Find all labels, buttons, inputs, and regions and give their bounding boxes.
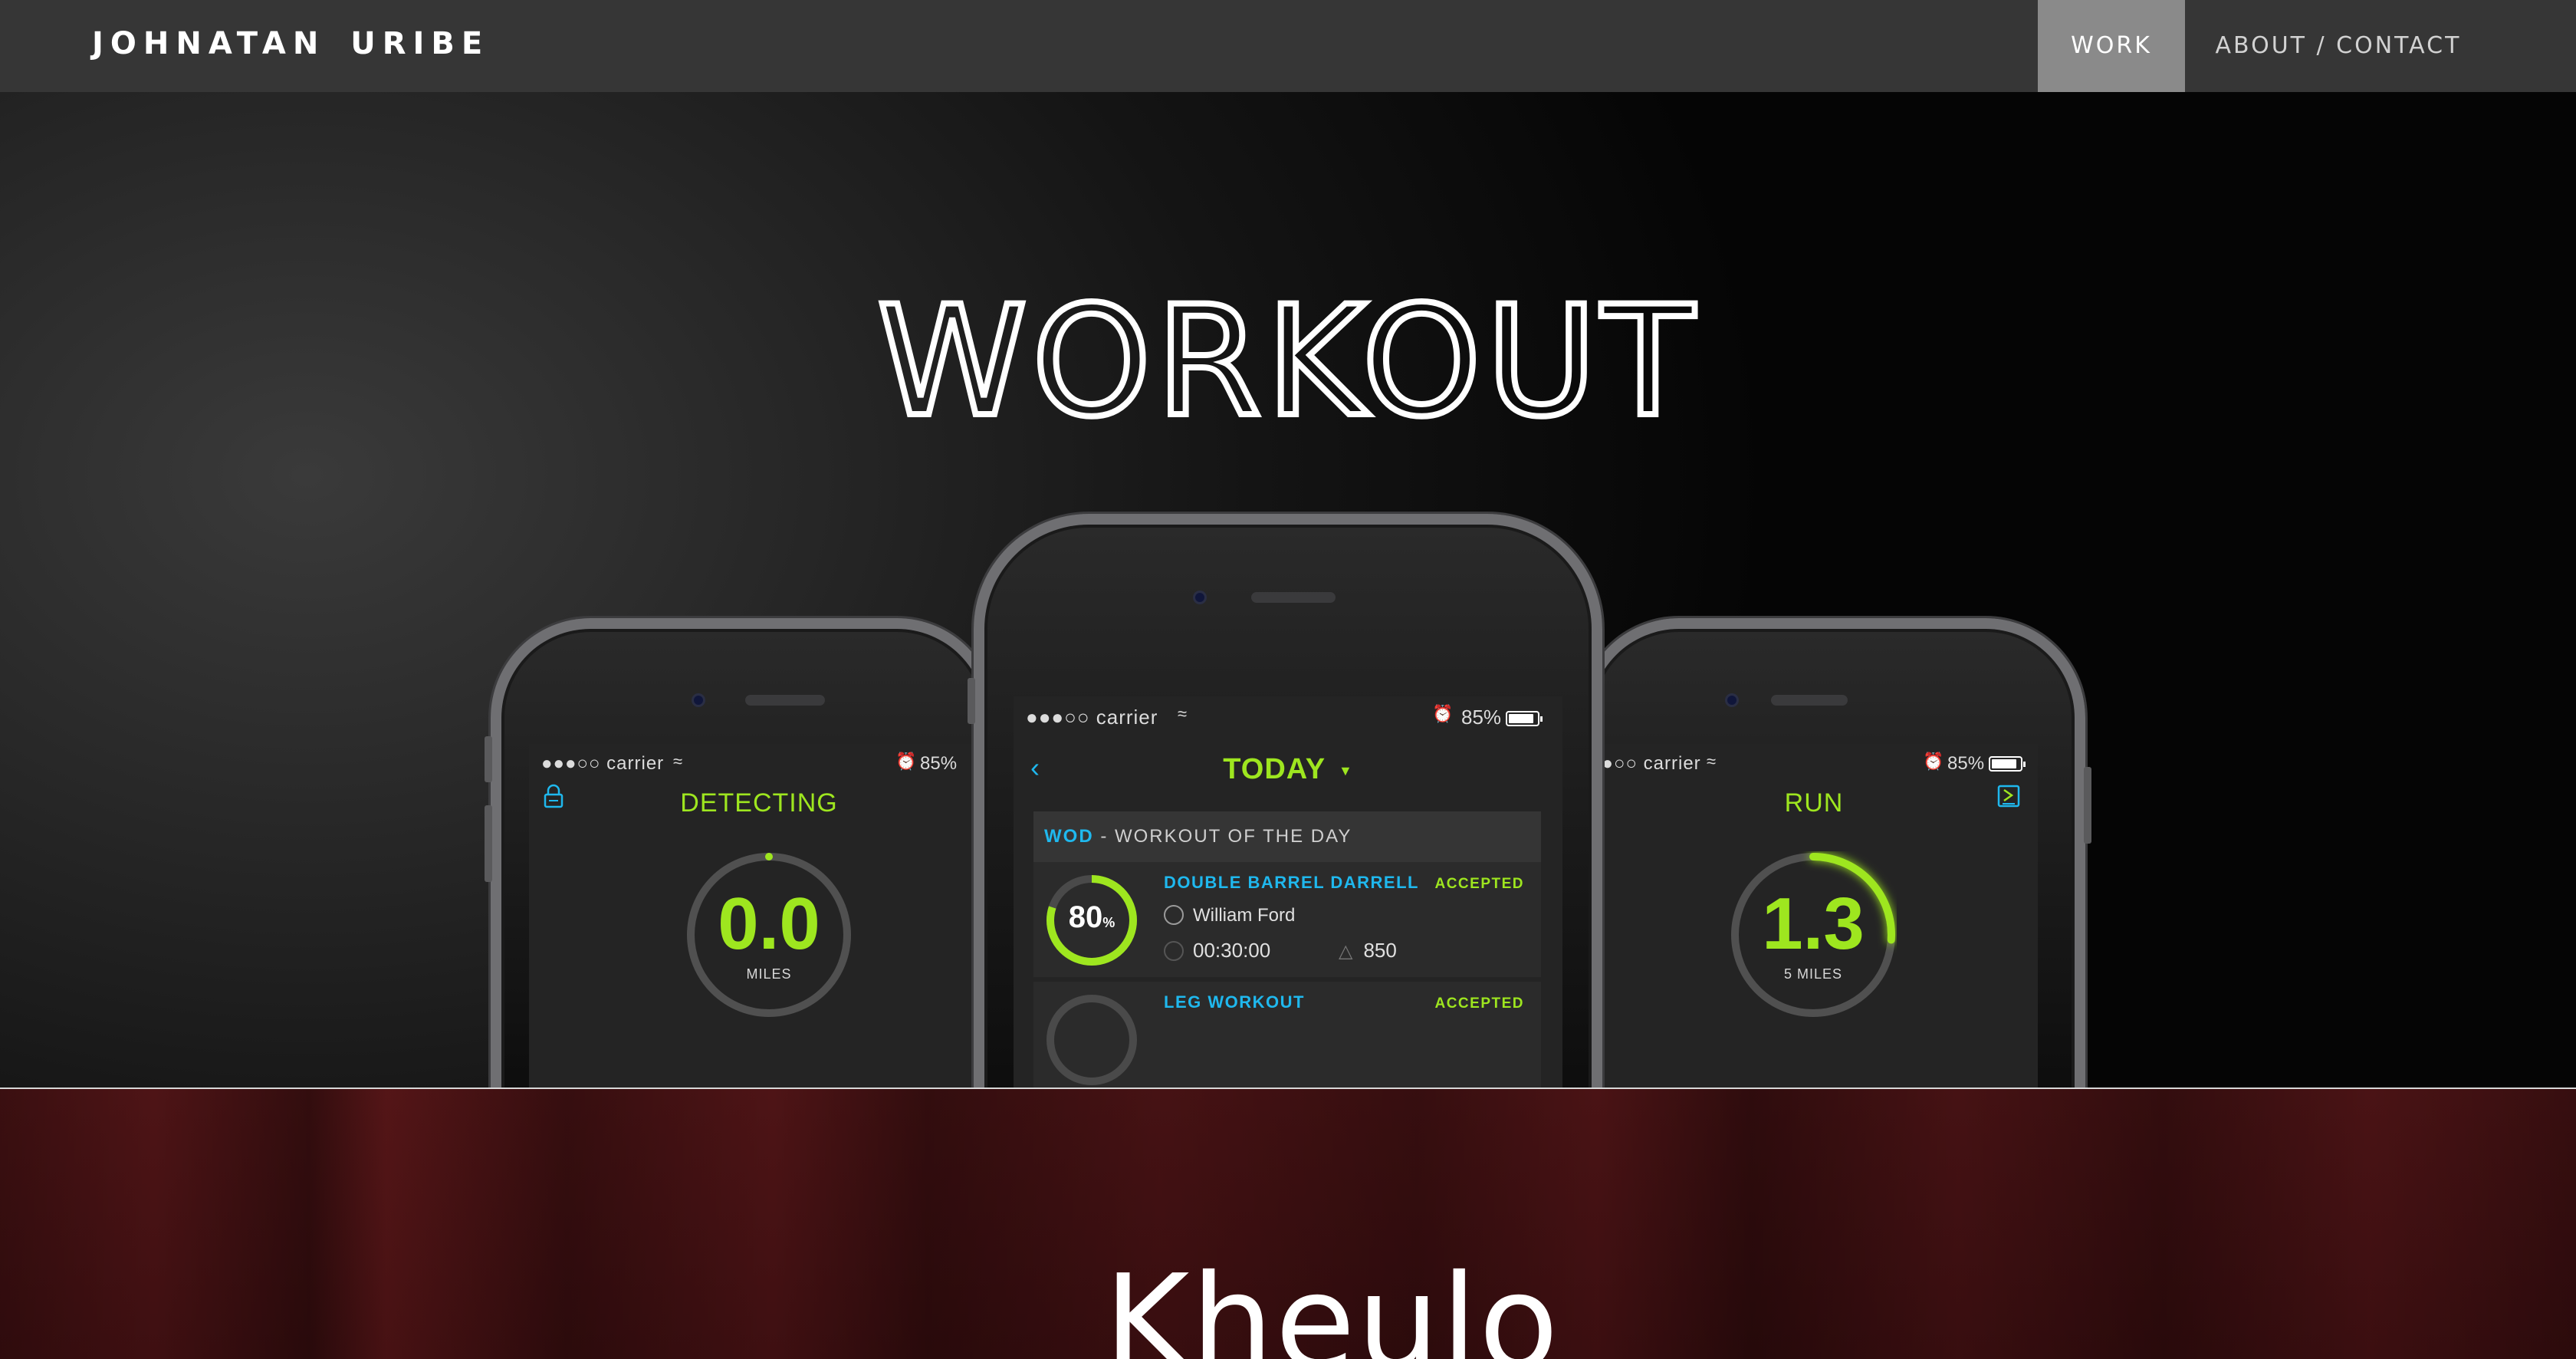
site-brand[interactable]: JOHNATAN URIBE [92,26,489,61]
wifi-icon: ≈ [1707,752,1717,771]
workout-name: LEG WORKOUT [1164,992,1305,1012]
nav-work-link[interactable]: WORK [2038,0,2185,92]
project-title-text: WORKOUT [877,284,1699,437]
workout-list-item[interactable]: 80% DOUBLE BARREL DARRELL ACCEPTED Willi… [1033,862,1541,977]
signal-carrier: ●●●○○ carrier [541,753,665,774]
run-progress-ring: 1.3 5 MILES [1730,851,1897,1018]
phone-speaker [1251,592,1336,603]
flame-icon: △ [1339,941,1353,962]
distance-progress-ring: 0.0 MILES [685,851,853,1018]
phone-mockup-right: ●●○○ carrier ≈ ⏰ 85% RUN 1.3 5 MILES [1579,618,2091,1088]
battery-icon [1989,756,2026,772]
phone-side-button [485,736,492,782]
workout-project-hero[interactable]: WORKOUT ●●●○○ carrier ≈ ⏰ 85% DETECTING [0,92,2576,1088]
workout-coach: William Ford [1164,905,1295,926]
workout-progress-ring: 80% [1044,873,1139,968]
kheulo-project-section[interactable]: Kheulo [0,1088,2576,1359]
phone-speaker [1771,695,1848,706]
screen-title-detecting: DETECTING [680,788,838,818]
phone-mockup-center: ●●●○○ carrier ≈ ⏰ 85% ‹ TODAY ▼ WOD - WO… [968,514,1602,1088]
workout-percent-value: 80 [1068,900,1103,934]
workout-list-item[interactable]: LEG WORKOUT ACCEPTED [1033,982,1541,1088]
run-distance-value: 1.3 [1762,883,1865,965]
top-navigation: JOHNATAN URIBE WORK ABOUT / CONTACT [0,0,2576,92]
phone-side-button [2084,767,2091,844]
phone-side-button [485,805,492,882]
phone-side-button [968,678,975,724]
triangle-down-icon: ▼ [1338,763,1353,778]
alarm-icon: ⏰ [1923,752,1944,771]
workout-status: ACCEPTED [1434,995,1524,1012]
project-title-kheulo: Kheulo [1104,1247,1560,1359]
alarm-icon: ⏰ [895,752,917,771]
screen-title-run: RUN [1784,788,1844,818]
clock-icon [1164,941,1184,961]
screen-title-today[interactable]: TODAY ▼ [1014,753,1562,786]
battery-status: 85% [920,753,957,775]
run-distance-goal: 5 MILES [1783,966,1843,982]
wod-description: - WORKOUT OF THE DAY [1093,826,1352,847]
date-selector-label: TODAY [1223,753,1326,785]
workout-calories: △ 850 [1339,939,1397,962]
workout-name: DOUBLE BARREL DARRELL [1164,873,1419,892]
phone-screen-today: ●●●○○ carrier ≈ ⏰ 85% ‹ TODAY ▼ WOD - WO… [1014,696,1562,1088]
phone-mockup-left: ●●●○○ carrier ≈ ⏰ 85% DETECTING 0.0 MILE… [485,618,997,1088]
workout-status: ACCEPTED [1434,876,1524,892]
wod-label: WOD [1044,826,1094,847]
battery-percent: 85% [920,753,958,774]
person-icon [1164,905,1184,925]
coach-name: William Ford [1193,905,1296,926]
phone-screen-detecting: ●●●○○ carrier ≈ ⏰ 85% DETECTING 0.0 MILE… [529,744,989,1088]
nav-about-contact-link[interactable]: ABOUT / CONTACT [2208,0,2469,92]
wod-header: WOD - WORKOUT OF THE DAY [1033,811,1541,862]
calories-value: 850 [1363,939,1397,962]
status-bar: ●●●○○ carrier ≈ ⏰ 85% [1014,696,1562,735]
duration-value: 00:30:00 [1193,939,1271,962]
phone-camera [1193,591,1207,604]
alarm-icon: ⏰ [1432,704,1454,723]
workout-percent: 80% [1044,900,1139,935]
workout-duration: 00:30:00 [1164,939,1270,962]
wifi-icon: ≈ [673,752,683,771]
battery-percent: 85% [1947,753,1985,774]
wifi-icon: ≈ [1178,704,1188,723]
workout-percent-unit: % [1102,915,1116,930]
status-bar: ●●○○ carrier ≈ ⏰ 85% [1590,744,2038,782]
distance-value: 0.0 [718,883,820,965]
signal-carrier: ●●●○○ carrier [1026,706,1158,729]
phone-camera [692,693,705,707]
distance-unit: MILES [746,966,792,982]
phone-speaker [745,695,825,706]
phone-screen-run: ●●○○ carrier ≈ ⏰ 85% RUN 1.3 5 MILES [1590,744,2038,1088]
status-bar: ●●●○○ carrier ≈ ⏰ 85% [529,744,989,782]
workout-progress-ring [1044,992,1139,1088]
battery-icon [1506,711,1543,726]
battery-percent: 85% [1461,706,1502,729]
battery-status: 85% [1461,706,1543,729]
project-title-workout: WORKOUT [866,270,1710,453]
signal-carrier: ●●○○ carrier [1590,753,1701,774]
phone-camera [1725,693,1739,707]
battery-status: 85% [1947,753,2026,775]
